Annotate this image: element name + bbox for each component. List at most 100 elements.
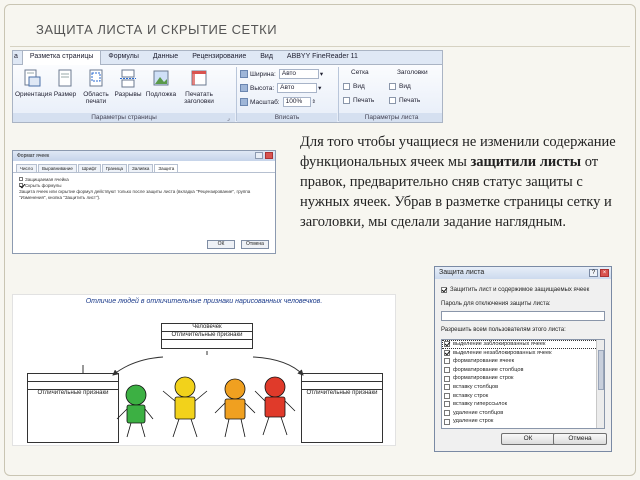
permission-item[interactable]: выделение заблокированных ячеек bbox=[442, 340, 604, 349]
sheet-options-group-label: Параметры листа bbox=[339, 113, 442, 122]
width-dropdown-icon[interactable]: ▾ bbox=[320, 70, 323, 78]
headings-print-checkbox[interactable] bbox=[389, 97, 396, 104]
permission-label: вставку столбцов bbox=[453, 383, 499, 390]
permission-item[interactable]: удаление столбцов bbox=[442, 409, 604, 418]
help-icon[interactable] bbox=[255, 152, 263, 159]
size-button[interactable]: Размер bbox=[51, 69, 79, 98]
permission-item[interactable]: форматирование ячеек bbox=[442, 357, 604, 366]
tab-alignment[interactable]: Выравнивание bbox=[37, 164, 77, 172]
height-label: Высота: bbox=[250, 84, 275, 92]
headings-view-option[interactable]: Вид bbox=[389, 83, 411, 90]
tab-formulas[interactable]: Формулы bbox=[101, 51, 145, 64]
permission-item[interactable]: вставку столбцов bbox=[442, 383, 604, 392]
permission-checkbox[interactable] bbox=[444, 392, 450, 399]
permission-checkbox[interactable] bbox=[444, 367, 450, 374]
help-icon[interactable]: ? bbox=[589, 269, 598, 277]
scale-spin-icon[interactable]: ⇕ bbox=[312, 99, 316, 105]
tab-border[interactable]: Граница bbox=[101, 164, 128, 172]
tab-fill[interactable]: Заливка bbox=[128, 164, 154, 172]
scrollbar-thumb[interactable] bbox=[598, 350, 604, 390]
paragraph-bold: защитили листы bbox=[470, 154, 582, 170]
password-input[interactable] bbox=[441, 311, 605, 321]
locked-checkbox[interactable] bbox=[19, 177, 23, 181]
grid-header: Сетка bbox=[351, 69, 369, 76]
permission-item[interactable]: удаление строк bbox=[442, 417, 604, 426]
permission-label: вставку строк bbox=[453, 392, 489, 399]
tab-font[interactable]: Шрифт bbox=[77, 164, 101, 172]
permission-item[interactable]: вставку строк bbox=[442, 392, 604, 401]
breaks-icon bbox=[120, 69, 136, 88]
permission-checkbox[interactable] bbox=[444, 401, 450, 408]
tab-review[interactable]: Рецензирование bbox=[185, 51, 253, 64]
permission-item[interactable]: вставку гиперссылок bbox=[442, 400, 604, 409]
title-divider bbox=[10, 46, 630, 47]
permission-item[interactable]: форматирование строк bbox=[442, 374, 604, 383]
protect-ok-button[interactable]: ОК bbox=[501, 433, 555, 445]
tab-protection[interactable]: Защита bbox=[154, 164, 179, 172]
grid-print-checkbox[interactable] bbox=[343, 97, 350, 104]
permissions-list[interactable]: выделение заблокированных ячеек выделение… bbox=[441, 339, 605, 429]
permission-checkbox[interactable] bbox=[444, 349, 450, 356]
scale-row: Масштаб: 100% ⇕ bbox=[240, 97, 316, 107]
permission-checkbox[interactable] bbox=[444, 341, 450, 348]
description-paragraph: Для того чтобы учащиеся не изменили соде… bbox=[300, 132, 626, 232]
page-setup-group-label: Параметры страницы bbox=[13, 113, 235, 122]
protect-sheet-dialog: Защита листа ? × Защитить лист и содержи… bbox=[434, 266, 612, 452]
protect-label: Защитить лист и содержимое защищаемых яч… bbox=[450, 287, 590, 293]
protect-checkbox[interactable] bbox=[441, 287, 447, 293]
breaks-button[interactable]: Разрывы bbox=[113, 69, 143, 98]
permission-checkbox[interactable] bbox=[444, 384, 450, 391]
width-combo[interactable]: Авто bbox=[278, 69, 319, 79]
permission-checkbox[interactable] bbox=[444, 375, 450, 382]
close-icon[interactable]: × bbox=[600, 269, 609, 277]
scale-spinner[interactable]: 100% bbox=[282, 97, 311, 107]
hidden-checkbox[interactable] bbox=[19, 183, 23, 187]
permission-label: форматирование столбцов bbox=[453, 366, 524, 373]
tab-page-layout[interactable]: Разметка страницы bbox=[21, 51, 102, 65]
tab-number[interactable]: Число bbox=[16, 164, 37, 172]
print-area-button[interactable]: Область печати bbox=[81, 69, 111, 105]
grid-print-label: Печать bbox=[353, 97, 375, 104]
width-label: Ширина: bbox=[250, 70, 276, 78]
permission-checkbox[interactable] bbox=[444, 418, 450, 425]
height-row: Высота: Авто ▾ bbox=[240, 83, 321, 93]
height-combo[interactable]: Авто bbox=[277, 83, 318, 93]
format-cells-title: Формат ячеек bbox=[17, 153, 50, 159]
password-label: Пароль для отключения защиты листа: bbox=[441, 301, 551, 307]
protect-option[interactable]: Защитить лист и содержимое защищаемых яч… bbox=[441, 287, 589, 293]
grid-print-option[interactable]: Печать bbox=[343, 97, 374, 104]
orientation-button[interactable]: Ориентация bbox=[15, 69, 52, 98]
height-dropdown-icon[interactable]: ▾ bbox=[318, 84, 321, 92]
protect-cancel-button[interactable]: Отмена bbox=[553, 433, 607, 445]
ribbon-tabs: а Разметка страницы Формулы Данные Рецен… bbox=[13, 51, 442, 65]
protection-note: Защита ячеек или скрытие формул действую… bbox=[19, 189, 251, 200]
size-icon bbox=[58, 69, 72, 87]
tab-data[interactable]: Данные bbox=[146, 51, 185, 64]
permission-item[interactable]: выделение незаблокированных ячеек bbox=[442, 349, 604, 358]
background-icon bbox=[153, 70, 169, 86]
permission-item[interactable]: форматирование столбцов bbox=[442, 366, 604, 375]
permission-checkbox[interactable] bbox=[444, 358, 450, 365]
permission-label: форматирование ячеек bbox=[453, 358, 515, 365]
tab-abbyy[interactable]: ABBYY FineReader 11 bbox=[280, 51, 365, 64]
background-button[interactable]: Подложка bbox=[145, 69, 177, 98]
permission-checkbox[interactable] bbox=[444, 410, 450, 417]
permission-label: вставку гиперссылок bbox=[453, 401, 508, 408]
tab-view[interactable]: Вид bbox=[253, 51, 280, 64]
left-arrow bbox=[112, 356, 164, 376]
tab-home-partial[interactable]: а bbox=[13, 51, 22, 64]
headings-view-checkbox[interactable] bbox=[389, 83, 396, 90]
format-cancel-button[interactable]: Отмена bbox=[241, 240, 269, 249]
close-icon[interactable] bbox=[265, 152, 273, 159]
slide-title: ЗАЩИТА ЛИСТА И СКРЫТИЕ СЕТКИ bbox=[36, 22, 278, 37]
grid-view-checkbox[interactable] bbox=[343, 83, 350, 90]
page-setup-launcher-icon[interactable]: ⌟ bbox=[227, 115, 230, 122]
permission-label: выделение незаблокированных ячеек bbox=[453, 349, 552, 356]
grid-view-option[interactable]: Вид bbox=[343, 83, 365, 90]
permissions-scrollbar[interactable] bbox=[596, 340, 604, 428]
headings-print-option[interactable]: Печать bbox=[389, 97, 420, 104]
format-ok-button[interactable]: ОК bbox=[207, 240, 235, 249]
print-titles-button[interactable]: Печатать заголовки bbox=[179, 69, 219, 105]
headings-print-label: Печать bbox=[399, 97, 421, 104]
scale-label: Масштаб: bbox=[250, 98, 280, 106]
